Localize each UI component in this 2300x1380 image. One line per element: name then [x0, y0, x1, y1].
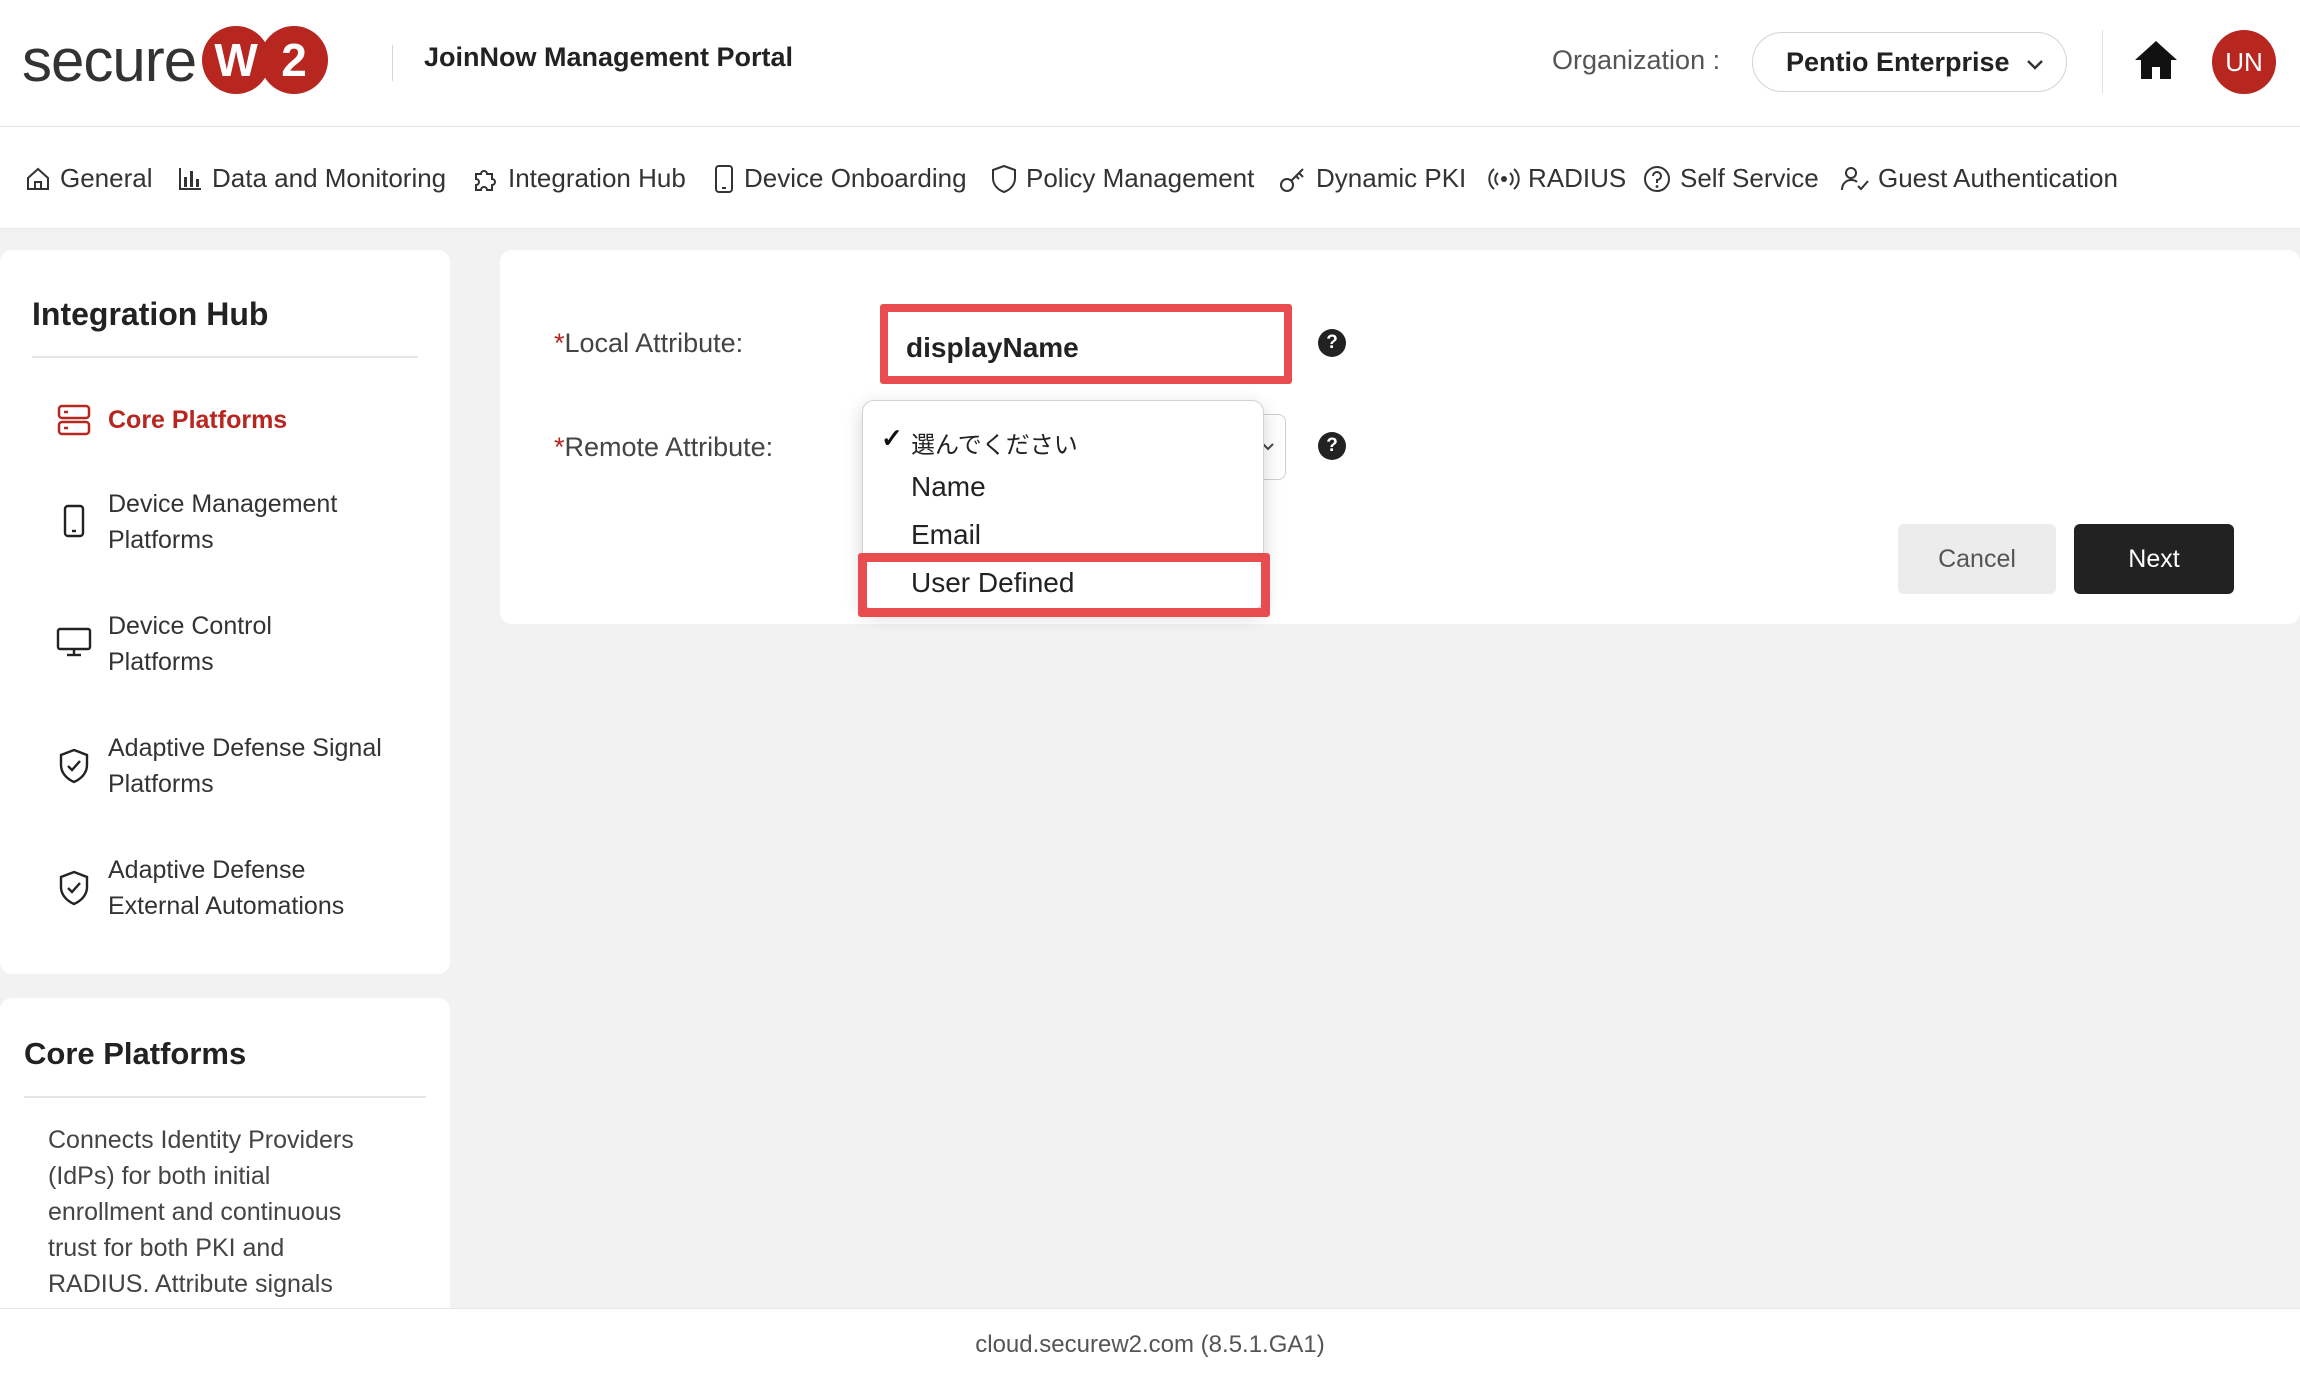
home-icon[interactable] — [2133, 38, 2179, 82]
puzzle-icon — [475, 169, 496, 191]
organization-select[interactable]: Pentio Enterprise — [1752, 32, 2067, 92]
dropdown-option[interactable]: Name — [911, 471, 986, 503]
nav-label: Data and Monitoring — [212, 163, 447, 193]
sidebar-item-label: Adaptive Defense Signal Platforms — [108, 734, 382, 798]
info-description: Connects Identity Providers (IdPs) for b… — [48, 1126, 354, 1298]
sidebar-item-label: Device Control Platforms — [108, 612, 272, 676]
sidebar-item-core-platforms[interactable]: Core Platforms — [54, 402, 287, 438]
logo-text: secure — [22, 26, 197, 94]
sidebar-item-label: Device Management Platforms — [108, 490, 338, 554]
portal-title: JoinNow Management Portal — [424, 42, 794, 72]
highlight-box — [858, 553, 1270, 617]
question-circle-icon — [1644, 165, 1670, 192]
nav-item-dynamic-pki[interactable]: Dynamic PKI — [1278, 163, 1466, 194]
required-mark: * — [554, 432, 565, 462]
home-outline-icon — [27, 167, 49, 190]
sidebar-title: Integration Hub — [32, 296, 269, 332]
info-title: Core Platforms — [24, 1036, 247, 1071]
check-icon: ✓ — [881, 423, 903, 453]
phone-icon — [54, 486, 94, 538]
sidebar-item-label: Adaptive Defense External Automations — [108, 856, 345, 920]
local-attribute-input[interactable]: displayName — [880, 304, 1292, 384]
footer-text: cloud.securew2.com (8.5.1.GA1) — [975, 1331, 1325, 1358]
nav-label: Integration Hub — [508, 163, 686, 193]
nav-item-integration-hub[interactable]: Integration Hub — [470, 163, 686, 194]
label-text: Remote Attribute: — [564, 432, 774, 462]
nav-label: Policy Management — [1026, 163, 1255, 193]
cancel-button[interactable]: Cancel — [1898, 524, 2056, 594]
next-button[interactable]: Next — [2074, 524, 2234, 594]
nav-label: Guest Authentication — [1878, 163, 2118, 193]
sidebar-item-adaptive-defense-signal[interactable]: Adaptive Defense Signal Platforms — [54, 730, 408, 802]
nav-item-policy-management[interactable]: Policy Management — [990, 163, 1254, 194]
bar-chart-icon — [179, 167, 201, 190]
main-nav: General Data and Monitoring Integration … — [0, 127, 2300, 229]
divider — [32, 356, 418, 358]
sidebar-card: Integration Hub Core Platforms Device Ma… — [0, 250, 450, 974]
logo-badge-2: 2 — [260, 26, 329, 94]
help-icon[interactable]: ? — [1318, 329, 1346, 357]
nav-label: RADIUS — [1528, 163, 1627, 193]
sidebar-item-label: Core Platforms — [108, 406, 288, 434]
nav-label: General — [60, 163, 153, 193]
nav-item-radius[interactable]: RADIUS — [1488, 163, 1626, 194]
nav-item-general[interactable]: General — [24, 163, 153, 194]
logo-badges: W 2 — [202, 26, 329, 94]
required-mark: * — [554, 328, 565, 358]
header-divider — [392, 45, 393, 81]
avatar[interactable]: UN — [2212, 30, 2276, 94]
sidebar-item-device-management[interactable]: Device Management Platforms — [54, 486, 368, 558]
broadcast-icon — [1488, 167, 1520, 190]
nav-item-data-monitoring[interactable]: Data and Monitoring — [176, 163, 446, 194]
label-text: Local Attribute: — [564, 328, 744, 358]
top-header: secure W 2 JoinNow Management Portal Org… — [0, 0, 2300, 127]
sidebar-item-adaptive-defense-automations[interactable]: Adaptive Defense External Automations — [54, 852, 378, 924]
local-attribute-value: displayName — [906, 332, 1079, 363]
dropdown-option[interactable]: 選んでください — [911, 425, 1078, 460]
chevron-down-icon — [2027, 60, 2043, 70]
footer: cloud.securew2.com (8.5.1.GA1) — [0, 1308, 2300, 1380]
header-divider — [2102, 30, 2103, 94]
shield-icon — [992, 164, 1016, 193]
help-icon[interactable]: ? — [1318, 432, 1346, 460]
phone-icon — [715, 164, 733, 193]
shield-check-icon — [54, 730, 94, 784]
nav-label: Dynamic PKI — [1316, 163, 1467, 193]
nav-label: Self Service — [1680, 163, 1819, 193]
remote-attribute-label: *Remote Attribute: — [554, 432, 773, 463]
key-icon — [1280, 167, 1304, 192]
nav-item-self-service[interactable]: Self Service — [1642, 163, 1819, 194]
shield-check-icon — [54, 852, 94, 906]
user-check-icon — [1841, 166, 1869, 190]
dropdown-option[interactable]: Email — [911, 519, 981, 551]
organization-value: Pentio Enterprise — [1786, 46, 2010, 77]
nav-item-device-onboarding[interactable]: Device Onboarding — [712, 163, 967, 194]
organization-label: Organization : — [1552, 45, 1721, 75]
sidebar-item-device-control[interactable]: Device Control Platforms — [54, 608, 328, 680]
divider — [24, 1096, 426, 1098]
securew2-logo[interactable]: secure W 2 — [22, 24, 329, 96]
monitor-icon — [54, 608, 94, 658]
nav-label: Device Onboarding — [744, 163, 967, 193]
nav-item-guest-authentication[interactable]: Guest Authentication — [1840, 163, 2118, 194]
server-icon — [54, 402, 94, 438]
local-attribute-label: *Local Attribute: — [554, 328, 743, 359]
